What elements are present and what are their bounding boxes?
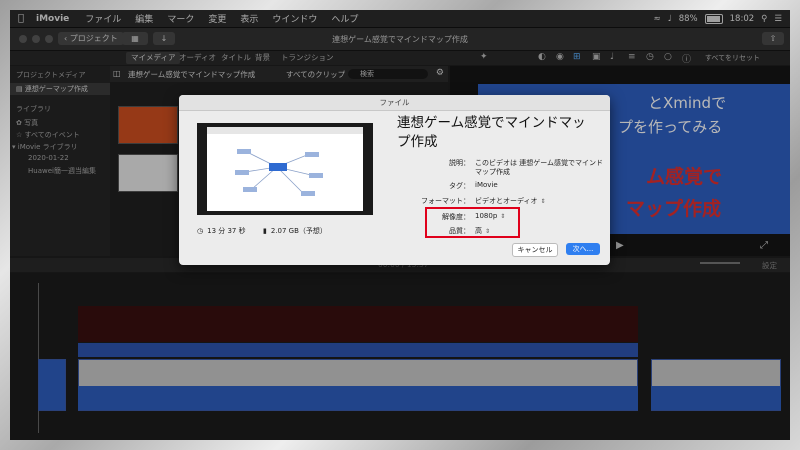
file-size-info: ▮ 2.07 GB（予想）: [263, 226, 327, 236]
duration-info: ◷ 13 分 37 秒: [197, 226, 246, 236]
mindmap-illustration: [207, 127, 363, 196]
popup-arrows-icon: ⇕: [540, 198, 546, 205]
format-value: ビデオとオーディオ: [475, 197, 538, 205]
cancel-button[interactable]: キャンセル: [512, 243, 558, 257]
tags-value[interactable]: iMovie: [475, 181, 498, 189]
highlight-box: [425, 207, 520, 238]
format-popup[interactable]: ビデオとオーディオ ⇕: [475, 196, 546, 206]
clock-icon: ◷: [197, 227, 204, 235]
duration-value: 13 分 37 秒: [207, 227, 246, 235]
file-size-value: 2.07 GB（予想）: [270, 227, 327, 235]
format-label: フォーマット：: [421, 197, 470, 205]
description-value-line2[interactable]: マップ作成: [475, 167, 510, 177]
video-preview-thumbnail: [197, 123, 373, 215]
document-icon: ▮: [263, 227, 267, 235]
tags-label: タグ：: [449, 182, 470, 190]
description-label: 説明：: [449, 159, 470, 167]
dialog-title: ファイル: [179, 95, 610, 111]
next-button[interactable]: 次へ...: [566, 243, 600, 255]
share-title[interactable]: 連想ゲーム感覚でマインドマップ作成: [397, 114, 597, 152]
mindmap-screenshot: [207, 127, 363, 211]
share-file-dialog: ファイル ◷ 13 分 37 秒 ▮ 2.07 GB（予想） 連想ゲーム感覚でマ…: [179, 95, 610, 265]
